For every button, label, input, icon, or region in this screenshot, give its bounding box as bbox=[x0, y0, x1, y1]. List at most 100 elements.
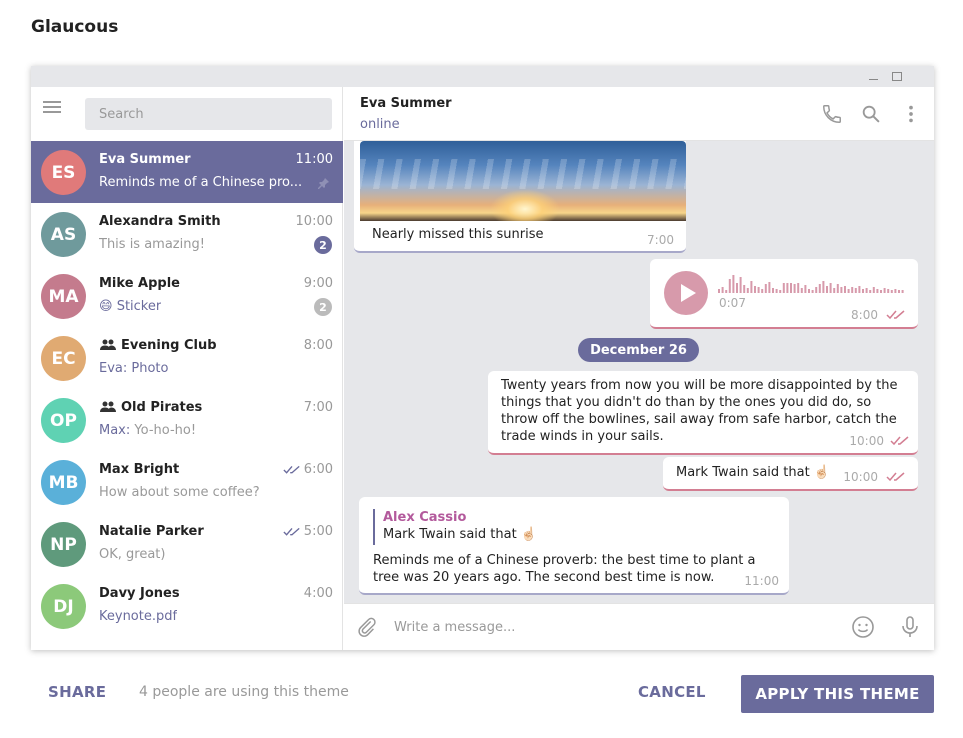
waveform-bar bbox=[754, 286, 756, 293]
waveform-bar bbox=[761, 289, 764, 293]
waveform-bar bbox=[804, 285, 807, 293]
chat-time: 9:00 bbox=[303, 276, 333, 291]
waveform-bar bbox=[894, 289, 897, 293]
chat-list-item[interactable]: MA Mike Apple 9:00 😄 Sticker 2 bbox=[31, 265, 343, 327]
waveform-bar bbox=[800, 288, 803, 293]
chat-list-item[interactable]: AS Alexandra Smith 10:00 This is amazing! 2 bbox=[31, 203, 343, 265]
preview-sender: Max: bbox=[99, 423, 131, 438]
waveform-bar bbox=[847, 289, 850, 293]
play-icon[interactable] bbox=[664, 271, 708, 315]
waveform-bar bbox=[876, 289, 879, 293]
paperclip-icon[interactable] bbox=[356, 616, 378, 638]
waveform-bar bbox=[721, 287, 724, 293]
waveform-bar bbox=[829, 283, 832, 293]
avatar: ES bbox=[41, 150, 86, 195]
avatar: OP bbox=[41, 398, 86, 443]
preview-text: Yo-ho-ho! bbox=[134, 423, 197, 438]
waveform-bar bbox=[901, 290, 904, 293]
double-check-icon bbox=[886, 310, 905, 320]
waveform-bar bbox=[883, 288, 886, 293]
peer-status: online bbox=[360, 117, 400, 132]
minimize-icon[interactable] bbox=[866, 69, 880, 83]
chat-name: Max Bright bbox=[99, 462, 180, 477]
chat-header: Eva Summer online bbox=[344, 87, 934, 141]
maximize-icon[interactable] bbox=[890, 69, 904, 83]
waveform-bar bbox=[736, 283, 738, 293]
search-input[interactable] bbox=[85, 98, 332, 130]
waveform-bar bbox=[808, 289, 810, 293]
waveform-bar bbox=[739, 277, 742, 293]
waveform-bar bbox=[786, 283, 789, 293]
microphone-icon[interactable] bbox=[898, 615, 922, 639]
chat-list-item[interactable]: DJ Davy Jones 4:00 Keynote.pdf bbox=[31, 575, 343, 637]
chat-name: Evening Club bbox=[121, 338, 217, 353]
waveform-bar bbox=[840, 287, 843, 293]
waveform-bar bbox=[757, 287, 760, 293]
reply-quote: Mark Twain said that ☝🏻 bbox=[383, 527, 538, 542]
chat-name: Natalie Parker bbox=[99, 524, 204, 539]
waveform-bar bbox=[858, 286, 861, 293]
waveform-bar bbox=[746, 288, 749, 293]
avatar: DJ bbox=[41, 584, 86, 629]
chat-list-item[interactable]: ES Eva Summer 11:00 Reminds me of a Chinese… bbox=[31, 141, 343, 203]
waveform-bar bbox=[869, 290, 872, 293]
chat-time: 8:00 bbox=[303, 338, 333, 353]
waveform-bar bbox=[887, 289, 890, 293]
message-time: 8:00 bbox=[851, 308, 878, 322]
chat-list-item[interactable]: EC Evening Club 8:00 Eva: Photo bbox=[31, 327, 343, 389]
double-check-icon bbox=[890, 436, 909, 446]
waveform-bar bbox=[797, 283, 800, 293]
message-input[interactable] bbox=[394, 614, 834, 640]
emoji-icon[interactable] bbox=[851, 615, 875, 639]
message-area: Nearly missed this sunrise 7:00 0:07 8:0… bbox=[344, 141, 934, 603]
peer-name[interactable]: Eva Summer bbox=[360, 96, 452, 111]
chat-time: 4:00 bbox=[303, 586, 333, 601]
chat-time: 11:00 bbox=[295, 152, 333, 167]
waveform bbox=[718, 275, 904, 293]
chat-list-item[interactable]: OP Old Pirates 7:00 Max: Yo-ho-ho! bbox=[31, 389, 343, 451]
outgoing-message[interactable]: Mark Twain said that ☝🏻 10:00 bbox=[663, 457, 918, 491]
chat-preview: Eva: Photo bbox=[99, 361, 168, 376]
group-icon bbox=[100, 401, 116, 412]
search-icon[interactable] bbox=[860, 103, 882, 125]
message-composer bbox=[344, 603, 934, 650]
avatar: EC bbox=[41, 336, 86, 381]
waveform-bar bbox=[865, 288, 868, 293]
chat-time: 10:00 bbox=[295, 214, 333, 229]
waveform-bar bbox=[854, 288, 857, 293]
chat-preview: Keynote.pdf bbox=[99, 609, 177, 624]
waveform-bar bbox=[764, 284, 767, 293]
double-check-icon bbox=[886, 472, 905, 482]
photo-message[interactable]: Nearly missed this sunrise 7:00 bbox=[354, 141, 686, 253]
outgoing-message[interactable]: Twenty years from now you will be more d… bbox=[488, 371, 918, 455]
message-time: 11:00 bbox=[744, 574, 779, 588]
more-vertical-icon[interactable] bbox=[900, 103, 922, 125]
waveform-bar bbox=[851, 287, 854, 293]
waveform-bar bbox=[732, 275, 735, 293]
page-title: Glaucous bbox=[31, 17, 119, 37]
chat-list-item[interactable]: NP Natalie Parker 5:00 OK, great) bbox=[31, 513, 343, 575]
preview-text: OK, great) bbox=[99, 547, 166, 562]
hamburger-menu-icon[interactable] bbox=[43, 101, 63, 117]
waveform-bar bbox=[718, 289, 720, 293]
chat-list-item[interactable]: MB Max Bright 6:00 How about some coffee? bbox=[31, 451, 343, 513]
voice-message[interactable]: 0:07 8:00 bbox=[650, 259, 918, 329]
message-time: 10:00 bbox=[843, 470, 878, 484]
reply-author[interactable]: Alex Cassio bbox=[383, 510, 466, 525]
waveform-bar bbox=[833, 288, 836, 293]
sunrise-photo[interactable] bbox=[360, 141, 686, 221]
waveform-bar bbox=[898, 290, 900, 293]
preview-text: Reminds me of a Chinese pro... bbox=[99, 175, 303, 190]
phone-icon[interactable] bbox=[821, 103, 843, 125]
voice-duration: 0:07 bbox=[719, 296, 746, 310]
share-button[interactable]: SHARE bbox=[48, 683, 106, 701]
preview-emoji: 😄 bbox=[99, 299, 113, 314]
theme-preview-window: ES Eva Summer 11:00 Reminds me of a Chinese… bbox=[31, 66, 934, 650]
cancel-button[interactable]: CANCEL bbox=[638, 683, 706, 701]
apply-theme-button[interactable]: APPLY THIS THEME bbox=[741, 675, 934, 713]
reply-bar bbox=[373, 509, 375, 545]
incoming-reply-message[interactable]: Alex Cassio Mark Twain said that ☝🏻 Remi… bbox=[359, 497, 789, 595]
chat-preview: This is amazing! bbox=[99, 237, 205, 252]
waveform-bar bbox=[836, 284, 839, 293]
usage-count-text: 4 people are using this theme bbox=[139, 684, 349, 700]
